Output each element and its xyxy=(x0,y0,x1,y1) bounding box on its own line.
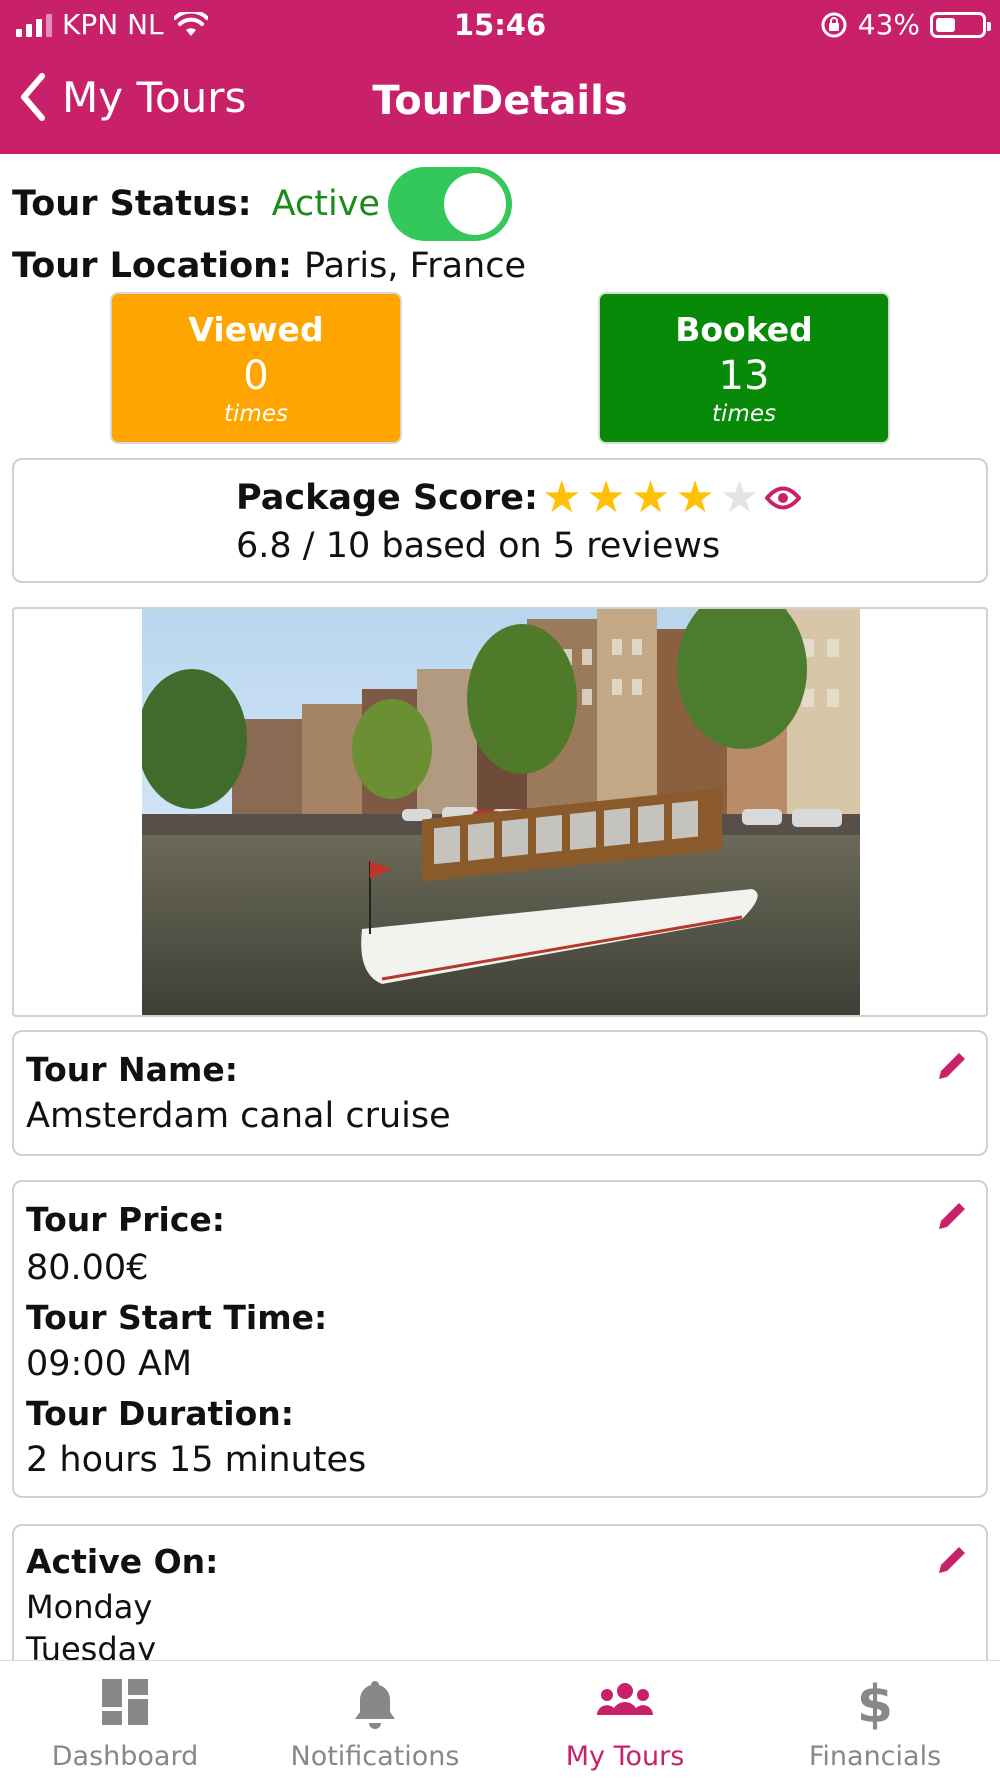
dollar-icon: $ xyxy=(856,1675,894,1735)
battery-percent: 43% xyxy=(857,8,920,41)
star-filled-icon: ★ xyxy=(541,472,582,523)
status-right: 43% xyxy=(820,8,991,41)
package-score-label: Package Score: xyxy=(236,478,538,518)
tab-my-tours-label: My Tours xyxy=(565,1741,685,1772)
tab-bar: Dashboard Notifications My Tours $ Finan… xyxy=(0,1660,1000,1778)
viewed-unit: times xyxy=(224,401,288,427)
edit-tour-name-icon[interactable] xyxy=(934,1048,970,1084)
tab-financials-label: Financials xyxy=(808,1741,942,1772)
page-title: TourDetails xyxy=(372,78,628,124)
tour-duration-value: 2 hours 15 minutes xyxy=(26,1440,367,1480)
orientation-lock-icon xyxy=(821,12,847,37)
tour-start-time-label: Tour Start Time: xyxy=(26,1298,328,1337)
star-filled-icon: ★ xyxy=(675,472,715,523)
tour-price-label: Tour Price: xyxy=(26,1200,225,1239)
canal-boat-image xyxy=(142,609,860,1015)
tour-location-row: Tour Location: Paris, France xyxy=(12,246,526,286)
status-bar: KPN NL 15:46 43% xyxy=(0,0,1000,52)
bell-icon xyxy=(355,1681,395,1729)
tour-start-time-value: 09:00 AM xyxy=(26,1344,193,1384)
tab-dashboard-label: Dashboard xyxy=(51,1741,199,1772)
viewed-count: 0 xyxy=(243,353,269,399)
tour-name-value: Amsterdam canal cruise xyxy=(26,1096,451,1136)
tour-location-value: Paris, France xyxy=(304,246,527,286)
tour-status-label: Tour Status: xyxy=(12,184,252,224)
tour-name-label: Tour Name: xyxy=(26,1050,238,1089)
viewed-stat-card: Viewed 0 times xyxy=(110,292,402,444)
navigation-bar: My Tours TourDetails xyxy=(0,62,1000,142)
tour-image-card xyxy=(12,607,988,1017)
package-score-line: Package Score: ★ ★ ★ ★ ★ xyxy=(236,476,802,520)
booked-stat-card: Booked 13 times xyxy=(598,292,890,444)
tour-status-value: Active xyxy=(271,184,380,224)
tour-name-card: Tour Name: Amsterdam canal cruise xyxy=(12,1030,988,1156)
eye-icon[interactable] xyxy=(765,485,802,511)
booked-title: Booked xyxy=(675,310,813,349)
star-empty-icon: ★ xyxy=(719,472,760,523)
app-header: KPN NL 15:46 43% My Tours TourDetails xyxy=(0,0,1000,154)
rating-stars: ★ ★ ★ ★ ★ xyxy=(542,476,759,520)
active-on-label: Active On: xyxy=(26,1542,219,1581)
tour-status-toggle[interactable] xyxy=(388,167,512,241)
tour-photo xyxy=(142,609,860,1015)
tab-notifications[interactable]: Notifications xyxy=(250,1661,500,1778)
edit-active-days-icon[interactable] xyxy=(934,1542,970,1578)
battery-icon xyxy=(930,11,991,38)
tab-dashboard[interactable]: Dashboard xyxy=(0,1661,250,1778)
booked-unit: times xyxy=(712,401,776,427)
booked-count: 13 xyxy=(718,353,770,399)
star-filled-icon: ★ xyxy=(586,472,626,523)
tab-notifications-label: Notifications xyxy=(290,1741,460,1772)
tab-my-tours[interactable]: My Tours xyxy=(500,1661,750,1778)
tour-price-value: 80.00€ xyxy=(26,1248,149,1288)
tab-financials[interactable]: $ Financials xyxy=(750,1661,1000,1778)
package-score-card: Package Score: ★ ★ ★ ★ ★ 6.8 / 10 based on 5… xyxy=(12,458,988,583)
users-icon xyxy=(597,1683,653,1715)
edit-tour-details-icon[interactable] xyxy=(934,1198,970,1234)
dashboard-icon xyxy=(102,1679,148,1725)
active-day-item: Monday xyxy=(26,1588,153,1626)
tour-details-card: Tour Price: 80.00€ Tour Start Time: 09:0… xyxy=(12,1180,988,1498)
package-score-summary: 6.8 / 10 based on 5 reviews xyxy=(236,526,721,566)
toggle-knob xyxy=(444,173,506,235)
tour-location-label: Tour Location: xyxy=(12,246,293,286)
tour-duration-label: Tour Duration: xyxy=(26,1394,294,1433)
tour-status-row: Tour Status: Active xyxy=(12,184,380,224)
star-filled-icon: ★ xyxy=(630,472,671,523)
viewed-title: Viewed xyxy=(188,310,324,349)
battery-fill xyxy=(936,17,955,32)
